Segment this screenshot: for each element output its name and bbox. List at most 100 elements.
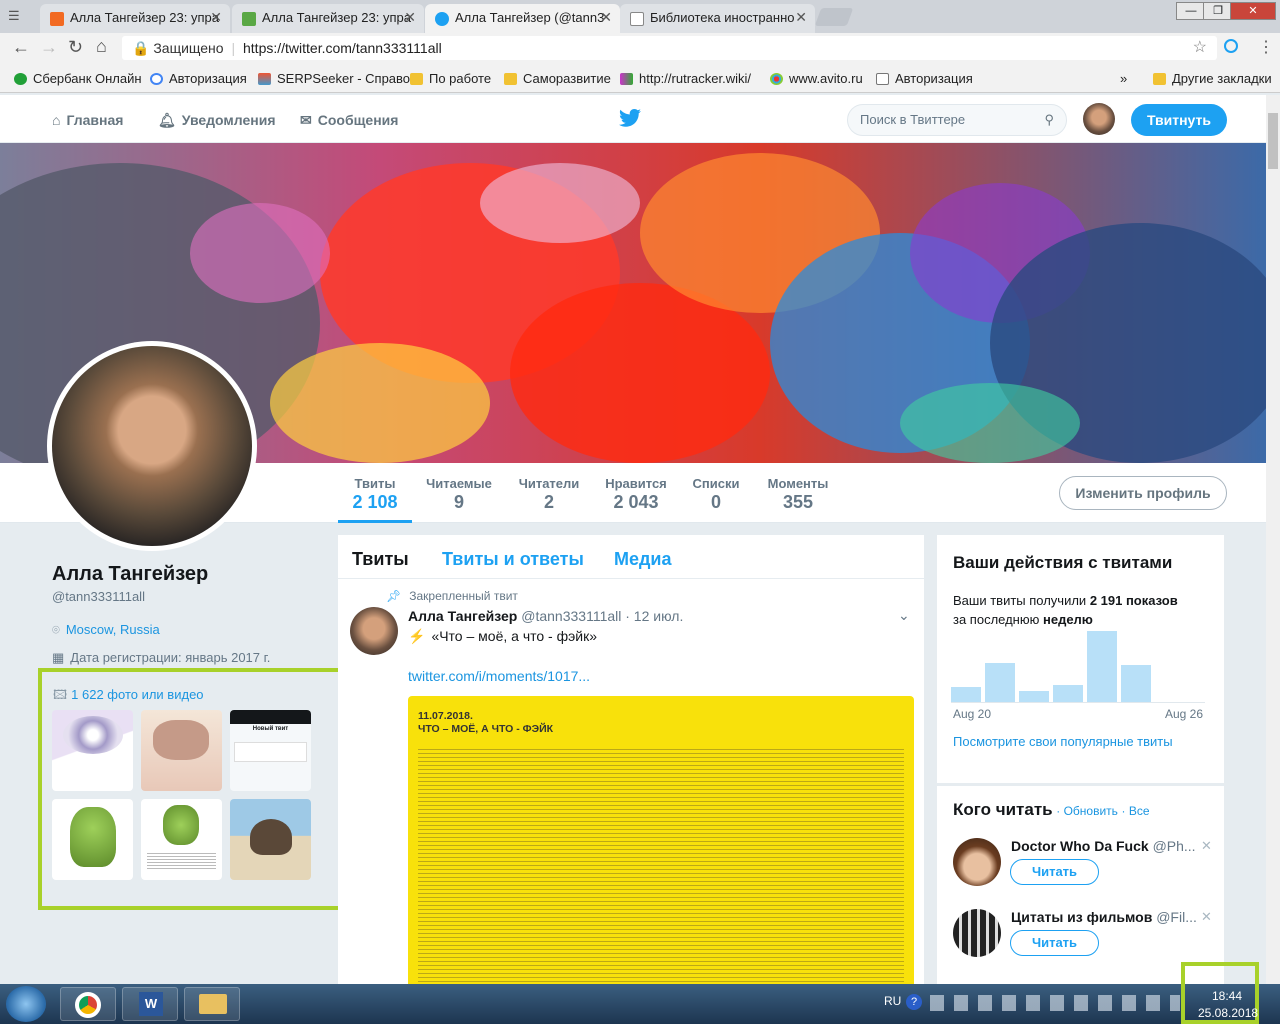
tweet-author-name[interactable]: Алла Тангейзер (408, 608, 517, 624)
stat-following[interactable]: Читаемые 9 (426, 476, 492, 513)
media-thumbnail[interactable] (141, 799, 222, 880)
media-thumbnail[interactable] (230, 799, 311, 880)
lang-indicator[interactable]: RU (884, 994, 901, 1008)
nav-home[interactable]: ⌂ Главная (52, 112, 123, 128)
media-link[interactable]: 🖾 1 622 фото или видео (53, 686, 204, 708)
nav-notifications[interactable]: 🔔︎ Уведомления (158, 112, 276, 129)
media-thumbnail[interactable] (52, 799, 133, 880)
bookmarks-overflow-button[interactable]: » (1120, 71, 1127, 86)
wtf-all-link[interactable]: · Все (1122, 804, 1150, 818)
bookmark-item[interactable]: Авторизация (150, 71, 247, 86)
star-icon[interactable]: ☆ (1193, 36, 1207, 60)
activity-bar[interactable] (1053, 685, 1083, 702)
media-thumbnail[interactable] (52, 710, 133, 791)
stat-tweets[interactable]: Твиты 2 108 (338, 463, 412, 523)
wtf-user-handle[interactable]: @Fil... (1156, 909, 1197, 925)
wtf-user-name[interactable]: Doctor Who Da Fuck (1011, 838, 1149, 854)
browser-tab[interactable]: Алла Тангейзер 23: упра ✕ (40, 4, 230, 33)
stat-likes[interactable]: Нравится 2 043 (604, 476, 668, 513)
search-input[interactable]: Поиск в Твиттере ⚲ (847, 104, 1067, 136)
wtf-user-avatar[interactable] (953, 909, 1001, 957)
media-thumbnail[interactable] (141, 710, 222, 791)
top-tweets-link[interactable]: Посмотрите свои популярные твиты (953, 734, 1173, 749)
tray-icons[interactable] (930, 995, 1180, 1011)
bookmark-item[interactable]: Авторизация (876, 71, 973, 86)
browser-tab-active[interactable]: Алла Тангейзер (@tann3 ✕ (425, 4, 620, 33)
clock-date[interactable]: 25.08.2018 (1198, 1006, 1258, 1020)
bookmark-item[interactable]: SERPSeeker - Справо (258, 71, 410, 86)
follow-button[interactable]: Читать (1010, 930, 1099, 956)
follow-button[interactable]: Читать (1010, 859, 1099, 885)
wtf-user-avatar[interactable] (953, 838, 1001, 886)
tweet-author-handle[interactable]: @tann333111all (521, 608, 621, 624)
dismiss-icon[interactable]: ✕ (1201, 909, 1212, 925)
activity-bar-chart[interactable] (951, 627, 1205, 703)
edit-profile-button[interactable]: Изменить профиль (1059, 476, 1227, 510)
tweet-image[interactable]: 11.07.2018. ЧТО – МОЁ, А ЧТО - ФЭЙК (408, 696, 914, 984)
chrome-menu-icon[interactable]: ⋮ (1258, 37, 1274, 57)
back-icon[interactable]: ← (12, 37, 30, 58)
clock-time[interactable]: 18:44 (1212, 989, 1242, 1003)
scrollbar-thumb[interactable] (1268, 113, 1278, 169)
bookmark-label: Сбербанк Онлайн (33, 71, 142, 86)
wtf-refresh-link[interactable]: · Обновить (1056, 804, 1118, 818)
wtf-user-handle[interactable]: @Ph... (1153, 838, 1196, 854)
start-button[interactable] (6, 986, 46, 1022)
tweet-link[interactable]: twitter.com/i/moments/1017... (408, 668, 590, 684)
page-scrollbar[interactable] (1266, 95, 1280, 984)
wtf-user-name[interactable]: Цитаты из фильмов (1011, 909, 1152, 925)
help-icon[interactable]: ? (906, 994, 922, 1010)
tab-close-icon[interactable]: ✕ (210, 9, 222, 26)
dismiss-icon[interactable]: ✕ (1201, 838, 1212, 854)
taskbar-explorer[interactable] (184, 987, 240, 1021)
location-link[interactable]: Moscow, Russia (66, 622, 160, 637)
extension-icon[interactable] (1224, 39, 1238, 53)
tab-tweets-replies[interactable]: Твиты и ответы (442, 549, 584, 570)
home-icon[interactable]: ⌂ (96, 36, 107, 57)
media-thumbnail[interactable]: Новый твит (230, 710, 311, 791)
taskbar-chrome[interactable] (60, 987, 116, 1021)
bookmark-item[interactable]: http://rutracker.wiki/ (620, 71, 751, 86)
bookmark-item[interactable]: По работе (410, 71, 491, 86)
activity-bar[interactable] (951, 687, 981, 702)
profile-avatar[interactable] (47, 341, 257, 551)
search-icon[interactable]: ⚲ (1044, 105, 1054, 135)
nav-messages[interactable]: ✉ Сообщения (300, 112, 398, 129)
tab-close-icon[interactable]: ✕ (600, 9, 612, 26)
bookmark-item[interactable]: Другие закладки (1153, 71, 1272, 86)
stat-lists[interactable]: Списки 0 (692, 476, 740, 513)
activity-bar[interactable] (985, 663, 1015, 702)
reload-icon[interactable]: ↻ (68, 37, 83, 58)
maximize-button[interactable]: ❐ (1203, 2, 1233, 20)
taskbar-word[interactable]: W (122, 987, 178, 1021)
bookmark-item[interactable]: Сбербанк Онлайн (14, 71, 142, 86)
activity-bar[interactable] (1121, 665, 1151, 702)
browser-tab[interactable]: Библиотека иностранно ✕ (620, 4, 815, 33)
tab-media[interactable]: Медиа (614, 549, 672, 570)
browser-menu-icon[interactable]: ☰ (8, 8, 26, 23)
profile-name[interactable]: Алла Тангейзер (52, 563, 208, 586)
minimize-button[interactable]: — (1176, 2, 1206, 20)
tweet-date[interactable]: · 12 июл. (625, 608, 683, 624)
new-tab-button[interactable] (814, 8, 854, 26)
close-window-button[interactable]: ✕ (1230, 2, 1276, 20)
twitter-logo-icon[interactable] (618, 109, 642, 129)
bookmark-item[interactable]: Саморазвитие (504, 71, 611, 86)
activity-bar[interactable] (1087, 631, 1117, 702)
chevron-down-icon[interactable]: ⌄ (898, 607, 910, 624)
bookmark-item[interactable]: www.avito.ru (770, 71, 863, 86)
tab-tweets[interactable]: Твиты (352, 549, 409, 570)
profile-handle[interactable]: @tann333111all (52, 589, 145, 604)
tab-close-icon[interactable]: ✕ (795, 9, 807, 26)
omnibox[interactable]: 🔒 Защищено | https://twitter.com/tann333… (122, 36, 1217, 60)
stat-followers[interactable]: Читатели 2 (518, 476, 580, 513)
forward-icon[interactable]: → (40, 37, 58, 58)
tweet-avatar[interactable] (350, 607, 398, 655)
browser-tab[interactable]: Алла Тангейзер 23: упра ✕ (232, 4, 424, 33)
activity-bar[interactable] (1019, 691, 1049, 702)
tab-close-icon[interactable]: ✕ (404, 9, 416, 26)
url-text[interactable]: https://twitter.com/tann333111all (243, 40, 442, 56)
tweet-button[interactable]: Твитнуть (1131, 104, 1227, 136)
stat-moments[interactable]: Моменты 355 (764, 476, 832, 513)
nav-avatar[interactable] (1083, 103, 1115, 135)
